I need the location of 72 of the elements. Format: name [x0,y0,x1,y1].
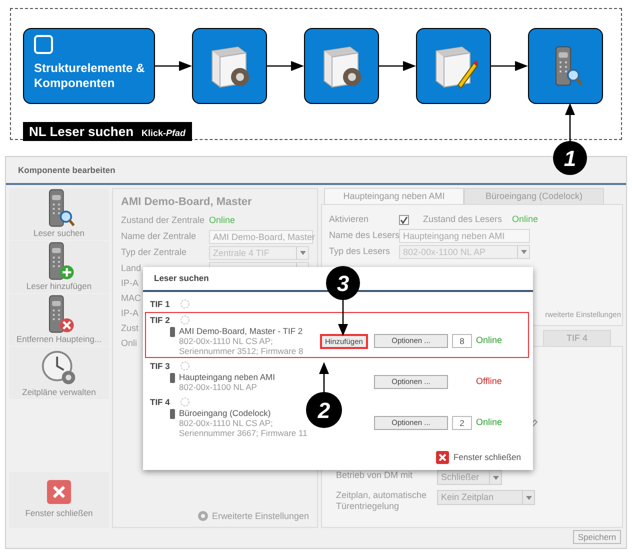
tif-label: TIF 1 [150,298,171,310]
save-button[interactable]: Speichern [573,530,621,544]
field-label: IP-A [121,277,139,290]
close-icon [47,480,71,504]
sidebar-item[interactable]: Entfernen Haupteing... [9,294,109,346]
status-text: Online [476,416,502,430]
step-label: Strukturelemente & Komponenten [34,61,146,91]
clock-gear-icon [40,349,78,387]
callout-arrow [319,362,329,393]
field-label: Zust [121,322,139,336]
field-label: Land [121,262,142,273]
field-label: Betrieb von DM mit [336,470,414,481]
field-label: Name des Lesers [329,230,400,240]
field-label: Typ der Zentrale [121,246,187,257]
reader-name: AMI Demo-Board, Master - TIF 2 [179,326,304,336]
field-label: MAC [121,292,141,306]
number-field[interactable]: 2 [452,416,472,430]
path-caption: NL Leser suchen Klick-Pfad [23,122,192,141]
sidebar-item[interactable]: Leser suchen [9,188,109,240]
number-field[interactable]: 8 [452,334,472,348]
dropdown-caret-icon [296,246,308,258]
reader-detail: 802-00x-1110 NL CS AP; [179,418,274,428]
reader-name: Büroeingang (Codelock) [179,408,272,418]
text-field[interactable]: Haupteingang neben AMI [399,229,530,243]
window-title: Komponente bearbeiten [18,164,116,176]
reader-name: Haupteingang neben AMI [179,372,275,382]
callout-badge: 1 [553,141,587,175]
close-window-button[interactable]: Fenster schließen [9,472,109,528]
reader-detail: 802-00x-1100 NL AP [179,382,258,392]
dropdown-caret-icon [522,491,534,504]
status-text: Online [209,214,236,227]
status-text: Offline [476,375,502,388]
close-dialog-link[interactable]: Fenster schließen [453,451,521,464]
status-text: Online [476,334,502,348]
reader-icon [170,409,175,419]
text-field[interactable]: AMI Demo-Board, Master [209,230,313,244]
field-label: Name der Zentrale [121,230,196,241]
blank-square-icon [34,35,53,54]
reader-detail: 802-00x-1110 NL CS AP; [179,336,274,346]
dialog-title: Leser suchen [154,272,209,285]
field-label: Aktivieren [329,212,370,226]
reader-detail: Seriennummer 3512; Firmware 8 [179,346,304,356]
checkbox[interactable] [399,214,409,224]
status-text: Online [512,212,538,226]
field-label: IP-A [121,307,139,320]
field-label: Typ des Lesers [329,246,390,256]
dropdown-caret-icon [489,471,501,484]
field-label: Zustand des Lesers [423,212,502,226]
reader-icon [170,327,175,337]
dropdown-caret-icon [517,246,529,258]
field-label: Onli [121,337,138,350]
select-field[interactable]: Schließer [437,470,502,485]
tif-label: TIF 3 [150,360,171,372]
tab[interactable]: Haupteingang neben AMI [324,188,464,204]
loading-icon [180,397,190,407]
gear-icon [196,510,209,522]
close-icon [436,451,450,464]
sidebar-item[interactable]: Leser hinzufügen [9,241,109,293]
reader-detail: Seriennummer 3667; Firmware 11 [179,428,308,438]
tab[interactable]: Büroeingang (Codelock) [464,188,604,204]
advanced-settings-link[interactable]: Erweiterte Einstellungen [212,510,309,523]
tif-label: TIF 4 [150,396,171,408]
tab[interactable]: TIF 4 [543,330,611,346]
panel-heading: AMI Demo-Board, Master [121,195,253,210]
field-label: Zustand der Zentrale [121,214,205,225]
reader-icon [170,373,175,383]
tif-label: TIF 2 [150,314,171,326]
sidebar-item[interactable]: Zeitpläne verwalten [9,347,109,399]
field-label: Zeitplan, automatische Türentriegelung [336,490,428,512]
select-field[interactable]: Kein Zeitplan [437,490,535,505]
callout-arrow [338,300,348,336]
loading-icon [180,361,190,371]
